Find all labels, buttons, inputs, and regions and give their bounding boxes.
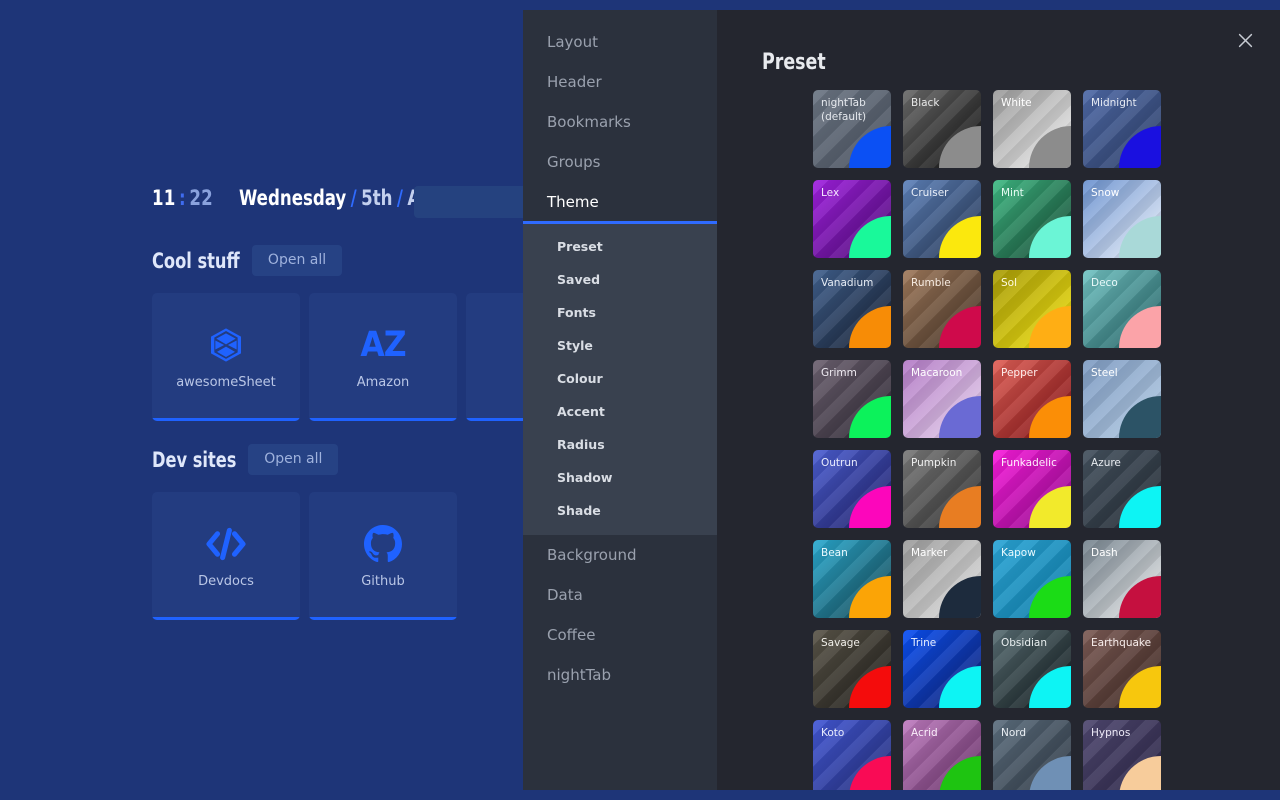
preset-card[interactable]: Mint — [993, 180, 1071, 258]
preset-card[interactable]: Obsidian — [993, 630, 1071, 708]
preset-card[interactable]: Pumpkin — [903, 450, 981, 528]
preset-name: Nord — [1001, 727, 1027, 739]
preset-name: Pepper — [1001, 367, 1038, 379]
preset-card[interactable]: Vanadium — [813, 270, 891, 348]
theme-submenu: Preset Saved Fonts Style Colour Accent Radius S… — [523, 224, 717, 535]
preset-name: Mint — [1001, 187, 1024, 199]
preset-name: Funkadelic — [1001, 457, 1057, 469]
preset-name: Snow — [1091, 187, 1120, 199]
preset-name: Black — [911, 97, 940, 109]
preset-name: Hypnos — [1091, 727, 1131, 739]
preset-card[interactable]: Steel — [1083, 360, 1161, 438]
submenu-item-saved[interactable]: Saved — [523, 263, 717, 296]
preset-name: Kapow — [1001, 547, 1036, 559]
preset-card[interactable]: Nord — [993, 720, 1071, 790]
preset-name: Koto — [821, 727, 845, 739]
preset-name: Lex — [821, 187, 840, 199]
sidebar-item-data[interactable]: Data — [523, 575, 717, 615]
submenu-item-radius[interactable]: Radius — [523, 428, 717, 461]
preset-name: Deco — [1091, 277, 1118, 289]
preset-card[interactable]: Acrid — [903, 720, 981, 790]
preset-card[interactable]: nightTab (default) — [813, 90, 891, 168]
preset-name: Rumble — [911, 277, 951, 289]
submenu-item-colour[interactable]: Colour — [523, 362, 717, 395]
preset-card[interactable]: Grimm — [813, 360, 891, 438]
preset-name: Trine — [911, 637, 937, 649]
preset-card[interactable]: Earthquake — [1083, 630, 1161, 708]
preset-name: Dash — [1091, 547, 1118, 559]
settings-panel: Preset nightTab (default) Black White Midni… — [717, 10, 1280, 790]
preset-card[interactable]: Trine — [903, 630, 981, 708]
preset-card[interactable]: Bean — [813, 540, 891, 618]
preset-card[interactable]: Savage — [813, 630, 891, 708]
preset-card[interactable]: Black — [903, 90, 981, 168]
preset-name: White — [1001, 97, 1032, 109]
preset-card[interactable]: Pepper — [993, 360, 1071, 438]
sidebar-item-bookmarks[interactable]: Bookmarks — [523, 102, 717, 142]
preset-card[interactable]: Azure — [1083, 450, 1161, 528]
sidebar-item-nighttab[interactable]: nightTab — [523, 655, 717, 695]
preset-name: Sol — [1001, 277, 1018, 289]
preset-card[interactable]: Dash — [1083, 540, 1161, 618]
preset-name: Savage — [821, 637, 860, 649]
submenu-item-preset[interactable]: Preset — [523, 230, 717, 263]
preset-card[interactable]: Sol — [993, 270, 1071, 348]
preset-card[interactable]: Outrun — [813, 450, 891, 528]
sidebar-item-header[interactable]: Header — [523, 62, 717, 102]
preset-card[interactable]: Marker — [903, 540, 981, 618]
preset-card[interactable]: Snow — [1083, 180, 1161, 258]
preset-name: Outrun — [821, 457, 858, 469]
preset-card[interactable]: White — [993, 90, 1071, 168]
page-title: Preset — [762, 50, 826, 75]
preset-name: Earthquake — [1091, 637, 1152, 649]
preset-card[interactable]: Rumble — [903, 270, 981, 348]
submenu-item-style[interactable]: Style — [523, 329, 717, 362]
preset-card[interactable]: Cruiser — [903, 180, 981, 258]
sidebar-item-groups[interactable]: Groups — [523, 142, 717, 182]
settings-overlay: Layout Header Bookmarks Groups Theme Preset Sa… — [0, 0, 1280, 800]
preset-name: Macaroon — [911, 367, 963, 379]
preset-name: Obsidian — [1001, 637, 1047, 649]
preset-card[interactable]: Deco — [1083, 270, 1161, 348]
submenu-item-fonts[interactable]: Fonts — [523, 296, 717, 329]
preset-name: Pumpkin — [911, 457, 957, 469]
preset-name: Grimm — [821, 367, 857, 379]
close-icon[interactable] — [1232, 27, 1258, 53]
submenu-item-shadow[interactable]: Shadow — [523, 461, 717, 494]
sidebar-item-theme[interactable]: Theme — [523, 182, 717, 224]
sidebar-item-coffee[interactable]: Coffee — [523, 615, 717, 655]
sidebar-item-background[interactable]: Background — [523, 535, 717, 575]
submenu-item-accent[interactable]: Accent — [523, 395, 717, 428]
preset-name: Acrid — [911, 727, 938, 739]
preset-name: Steel — [1091, 367, 1118, 379]
preset-name: Cruiser — [911, 187, 949, 199]
preset-card[interactable]: Macaroon — [903, 360, 981, 438]
preset-card[interactable]: Lex — [813, 180, 891, 258]
preset-name: Vanadium — [821, 277, 874, 289]
submenu-item-shade[interactable]: Shade — [523, 494, 717, 527]
sidebar-item-layout[interactable]: Layout — [523, 22, 717, 62]
preset-card[interactable]: Kapow — [993, 540, 1071, 618]
preset-name: Midnight — [1091, 97, 1137, 109]
preset-card[interactable]: Funkadelic — [993, 450, 1071, 528]
preset-name: Marker — [911, 547, 948, 559]
preset-card[interactable]: Hypnos — [1083, 720, 1161, 790]
preset-card[interactable]: Koto — [813, 720, 891, 790]
settings-menu: Layout Header Bookmarks Groups Theme Preset Sa… — [523, 10, 717, 790]
preset-grid: nightTab (default) Black White Midnight Lex C… — [813, 90, 1173, 790]
preset-name: Azure — [1091, 457, 1121, 469]
preset-card[interactable]: Midnight — [1083, 90, 1161, 168]
preset-name: Bean — [821, 547, 848, 559]
preset-name: nightTab (default) — [821, 97, 867, 124]
